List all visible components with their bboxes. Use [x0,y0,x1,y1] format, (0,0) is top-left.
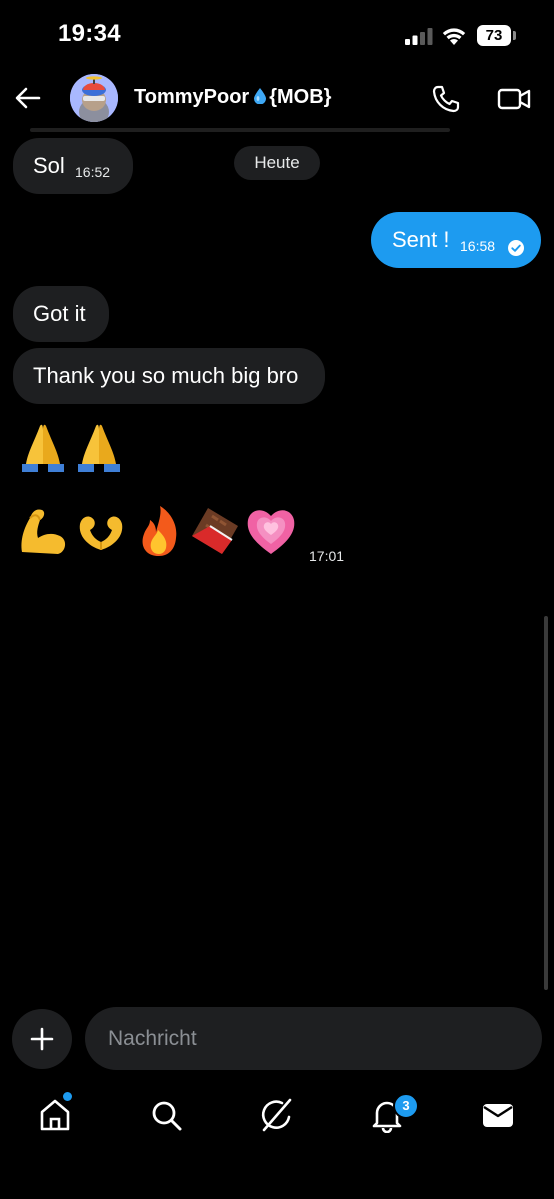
message-sent[interactable]: Sent ! 16:58 [371,212,541,268]
wifi-icon [442,28,466,45]
praying-hands-icon [78,424,120,472]
status-time: 19:34 [58,20,121,47]
home-icon[interactable] [37,1097,73,1133]
message-received[interactable]: Sol 16:52 [13,138,133,194]
growing-heart-icon [247,510,295,554]
avatar[interactable] [70,74,118,122]
signal-icon [405,28,433,45]
header-divider [30,128,450,132]
avatar-ape-image [70,74,118,122]
water-drop-icon [254,88,267,104]
grok-icon[interactable] [259,1097,295,1133]
message-text: Sent ! [392,227,450,252]
heart-hands-icon [79,516,123,550]
flexed-biceps-icon [21,509,66,554]
message-text: Sol [33,153,65,178]
fire-icon [142,506,177,556]
contact-name-text: TommyPoor [134,86,250,108]
date-separator: Heute [234,146,320,180]
check-circle-icon [508,240,524,256]
notifications-badge: 3 [393,1093,419,1119]
message-input[interactable] [85,1007,542,1070]
message-time: 16:52 [75,164,111,180]
back-arrow-icon[interactable] [14,84,42,112]
emoji-message[interactable] [16,418,128,476]
battery-tip [513,31,516,40]
mail-icon[interactable] [480,1097,516,1133]
phone-icon[interactable] [431,84,461,114]
message-text: Thank you so much big bro [33,363,299,388]
message-time: 16:58 [460,238,496,254]
video-icon[interactable] [497,85,531,113]
battery-indicator: 73 [477,25,511,46]
message-received[interactable]: Got it [13,286,109,342]
message-text: Got it [33,301,86,326]
scrollbar[interactable] [544,616,548,990]
search-icon[interactable] [148,1097,184,1133]
plus-icon [30,1027,54,1051]
message-time: 17:01 [309,548,345,564]
message-received[interactable]: Thank you so much big bro [13,348,325,404]
chocolate-bar-icon [192,508,238,554]
home-unread-dot [63,1092,72,1101]
contact-tag: {MOB} [269,86,332,108]
contact-name[interactable]: TommyPoor {MOB} [134,86,331,109]
emoji-message[interactable] [16,502,298,560]
praying-hands-icon [22,424,64,472]
add-attachment-button[interactable] [12,1009,72,1069]
